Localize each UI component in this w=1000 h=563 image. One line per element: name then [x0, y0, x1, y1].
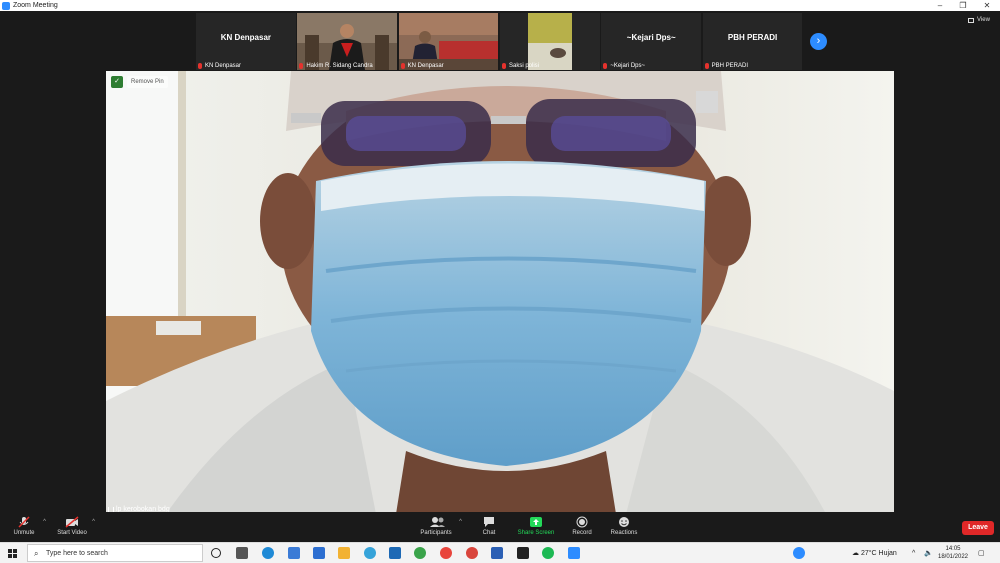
- zoom-taskbar-icon[interactable]: [568, 547, 580, 559]
- windows-start-icon[interactable]: [8, 549, 17, 558]
- zoom-window: Zoom Meeting – ❐ ✕ KN Denpasar KN Denpas…: [0, 0, 1000, 563]
- task-view-icon[interactable]: [236, 547, 248, 559]
- cortana-icon[interactable]: [211, 548, 221, 558]
- participant-video: [499, 13, 600, 70]
- word-icon[interactable]: [491, 547, 503, 559]
- participant-tile[interactable]: Hakim R. Sidang Candra: [297, 13, 398, 70]
- view-button[interactable]: View: [968, 17, 990, 23]
- participant-name: Saksi polisi: [501, 63, 539, 69]
- speaker-video-frame: [106, 71, 894, 514]
- video-options-caret[interactable]: ^: [92, 519, 95, 525]
- speaker-video: ✓ Remove Pin lp kerobokan bdg: [106, 71, 894, 514]
- share-screen-icon: [529, 516, 543, 528]
- weather-widget[interactable]: ☁ 27°C Hujan: [852, 543, 897, 563]
- reactions-icon: [617, 516, 631, 528]
- grid-view-icon: [968, 17, 974, 23]
- close-button[interactable]: ✕: [977, 0, 997, 11]
- participants-button[interactable]: Participants ^: [416, 516, 462, 536]
- chevron-right-icon: ›: [816, 35, 821, 47]
- chat-icon: [482, 516, 496, 528]
- participant-tile[interactable]: KN Denpasar: [398, 13, 499, 70]
- muted-mic-icon: [704, 63, 709, 69]
- participant-name: PBH PERADI: [704, 63, 748, 69]
- chrome-icon[interactable]: [440, 547, 452, 559]
- notification-icon[interactable]: ▢: [978, 543, 985, 563]
- record-button[interactable]: Record: [570, 516, 594, 536]
- participant-avatar-label: ~Kejari Dps~: [626, 33, 676, 42]
- app-icon[interactable]: [364, 547, 376, 559]
- app-icon[interactable]: [389, 547, 401, 559]
- spotify-icon[interactable]: [542, 547, 554, 559]
- tray-expand-caret[interactable]: ^: [912, 543, 915, 563]
- meeting-toolbar: Unmute ^ Start Video ^ Participants ^ Ch…: [0, 512, 1000, 542]
- volume-icon[interactable]: 🔈: [924, 543, 933, 563]
- windows-taskbar: ⌕ Type here to search ☁ 27°C Hujan ^ 🔈 1…: [0, 542, 1000, 563]
- chat-button[interactable]: Chat: [478, 516, 500, 536]
- audio-options-caret[interactable]: ^: [43, 519, 46, 525]
- whatsapp-icon[interactable]: [414, 547, 426, 559]
- file-explorer-icon[interactable]: [338, 547, 350, 559]
- remove-pin-button[interactable]: Remove Pin: [127, 76, 168, 88]
- meeting-area: KN Denpasar KN Denpasar Hakim R. Sidang …: [0, 11, 1000, 514]
- chrome-icon[interactable]: [466, 547, 478, 559]
- participant-video: [398, 13, 499, 70]
- participant-name: KN Denpasar: [198, 63, 241, 69]
- zoom-logo-icon: [2, 1, 10, 10]
- next-page-button[interactable]: ›: [810, 33, 827, 50]
- mail-icon[interactable]: [313, 547, 325, 559]
- maximize-button[interactable]: ❐: [953, 0, 973, 11]
- edge-icon[interactable]: [262, 547, 274, 559]
- share-screen-button[interactable]: Share Screen: [515, 516, 557, 536]
- taskbar-clock[interactable]: 14:05 18/01/2022: [936, 545, 970, 561]
- security-shield-icon[interactable]: ✓: [111, 76, 123, 88]
- participant-tile[interactable]: ~Kejari Dps~ ~Kejari Dps~: [601, 13, 702, 70]
- start-video-button[interactable]: Start Video ^: [55, 516, 95, 536]
- reactions-button[interactable]: Reactions: [608, 516, 640, 536]
- store-icon[interactable]: [288, 547, 300, 559]
- muted-mic-icon: [299, 63, 304, 69]
- participant-avatar-label: KN Denpasar: [220, 33, 272, 42]
- participant-video: [297, 13, 398, 70]
- participants-caret[interactable]: ^: [459, 519, 462, 525]
- muted-microphone-icon: [17, 516, 31, 528]
- leave-button[interactable]: Leave: [962, 521, 994, 535]
- participant-avatar-label: PBH PERADI: [727, 33, 778, 42]
- muted-mic-icon: [603, 63, 608, 69]
- tray-app-icon[interactable]: [793, 547, 805, 559]
- participant-strip: KN Denpasar KN Denpasar Hakim R. Sidang …: [196, 13, 804, 70]
- participant-name: ~Kejari Dps~: [603, 63, 645, 69]
- participant-name: Hakim R. Sidang Candra: [299, 63, 373, 69]
- participant-tile[interactable]: KN Denpasar KN Denpasar: [196, 13, 296, 70]
- window-title: Zoom Meeting: [13, 2, 58, 9]
- participant-tile[interactable]: PBH PERADI PBH PERADI: [702, 13, 803, 70]
- video-off-icon: [65, 516, 79, 528]
- muted-mic-icon: [400, 63, 405, 69]
- muted-mic-icon: [501, 63, 506, 69]
- participant-tile[interactable]: Saksi polisi: [499, 13, 600, 70]
- taskbar-search-input[interactable]: ⌕ Type here to search: [27, 544, 203, 562]
- participants-icon: [429, 516, 445, 528]
- muted-mic-icon: [198, 63, 202, 69]
- unmute-button[interactable]: Unmute ^: [8, 516, 46, 536]
- record-icon: [575, 516, 589, 528]
- title-bar: Zoom Meeting – ❐ ✕: [0, 0, 1000, 11]
- search-icon: ⌕: [34, 549, 39, 558]
- minimize-button[interactable]: –: [930, 0, 950, 11]
- participant-name: KN Denpasar: [400, 63, 444, 69]
- app-icon[interactable]: [517, 547, 529, 559]
